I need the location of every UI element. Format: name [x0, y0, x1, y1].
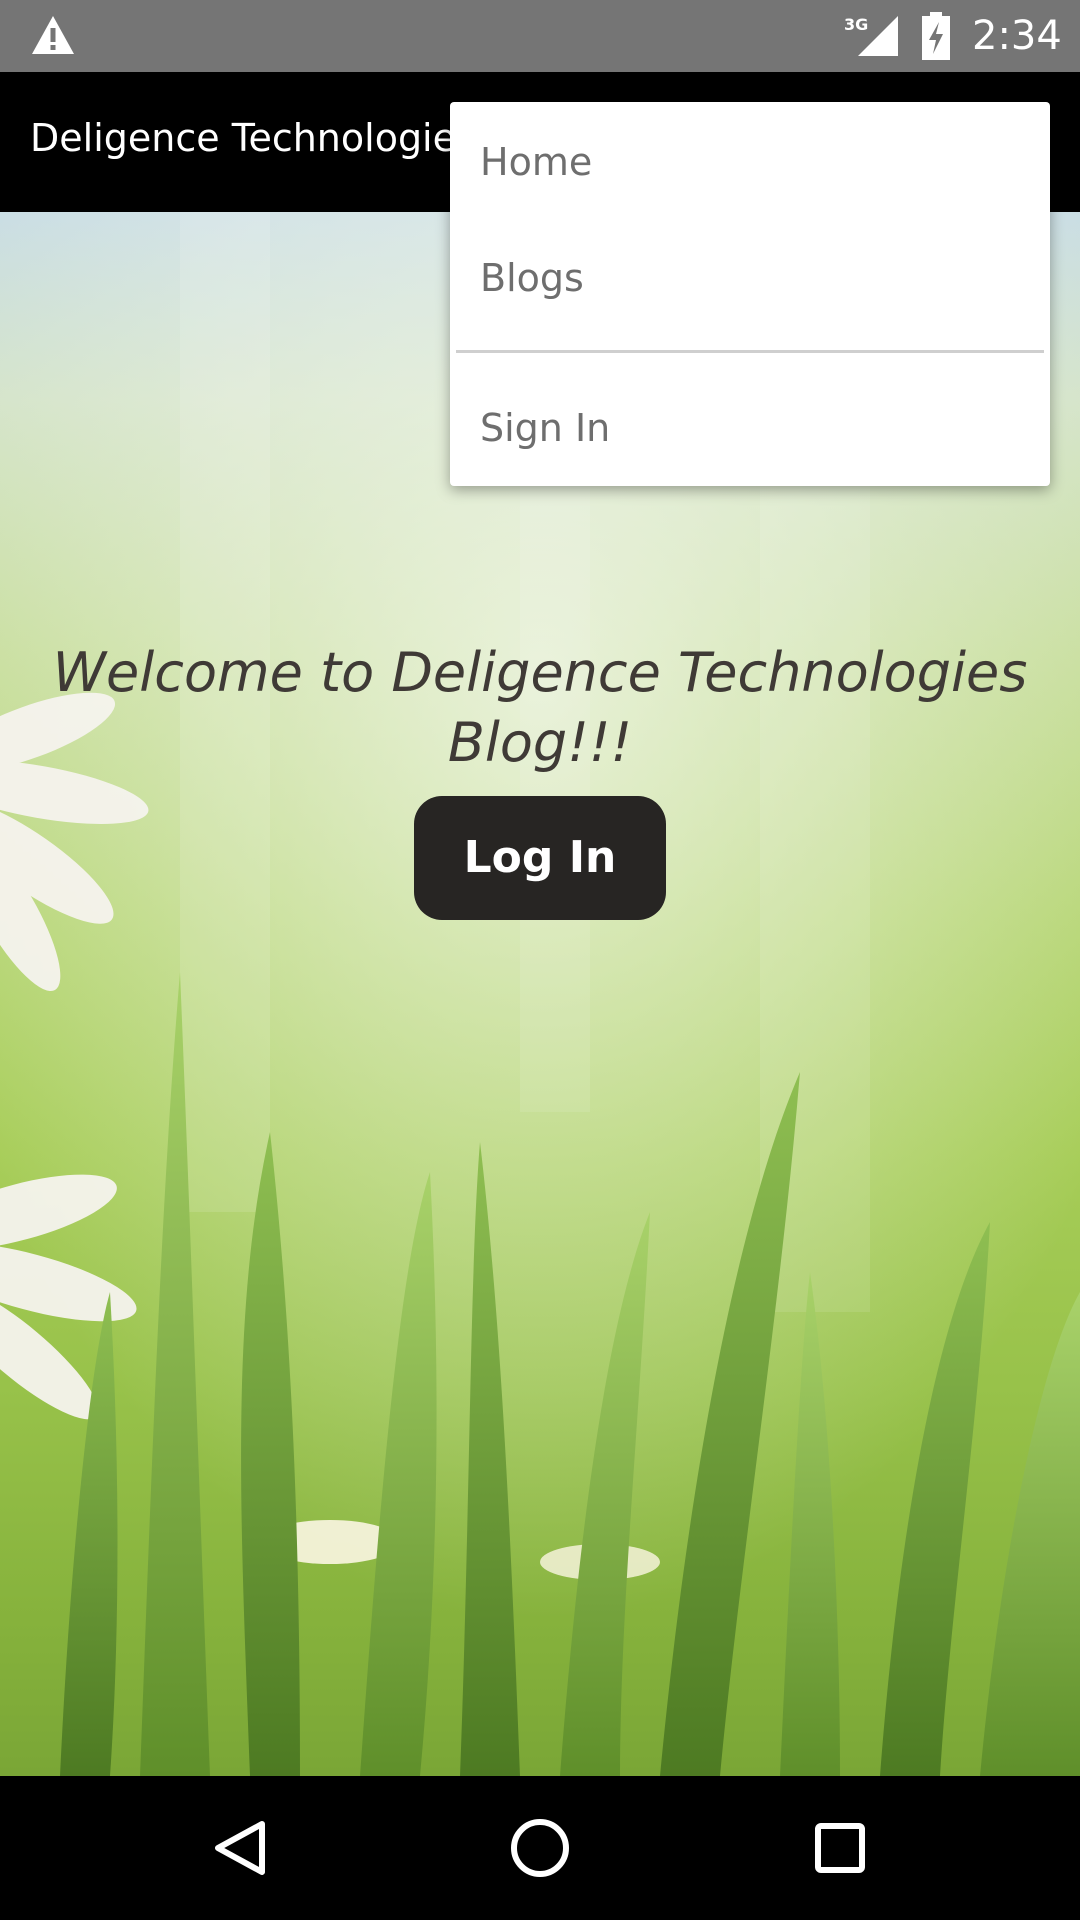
- status-bar: 3G 2:34: [0, 0, 1080, 72]
- welcome-message: Welcome to Deligence Technologies Blog!!…: [52, 641, 1028, 774]
- menu-divider: [456, 350, 1044, 353]
- recents-icon[interactable]: [804, 1812, 876, 1884]
- battery-charging-icon: [922, 12, 950, 60]
- menu-item-home[interactable]: Home: [450, 140, 1050, 184]
- back-icon[interactable]: [204, 1812, 276, 1884]
- home-icon[interactable]: [504, 1812, 576, 1884]
- network-type-label: 3G: [844, 15, 868, 34]
- screen: 3G 2:34 Deligence Technologies Welcome t…: [0, 0, 1080, 1920]
- overflow-menu: Home Blogs Sign In: [450, 102, 1050, 486]
- signal-icon: 3G: [844, 15, 898, 56]
- login-button[interactable]: Log In: [414, 796, 666, 920]
- navigation-bar: [0, 1776, 1080, 1920]
- menu-item-blogs[interactable]: Blogs: [450, 256, 1050, 300]
- status-clock: 2:34: [972, 13, 1062, 59]
- warning-icon: [32, 16, 74, 54]
- app-title: Deligence Technologies: [30, 116, 476, 160]
- menu-item-sign-in[interactable]: Sign In: [450, 406, 1050, 450]
